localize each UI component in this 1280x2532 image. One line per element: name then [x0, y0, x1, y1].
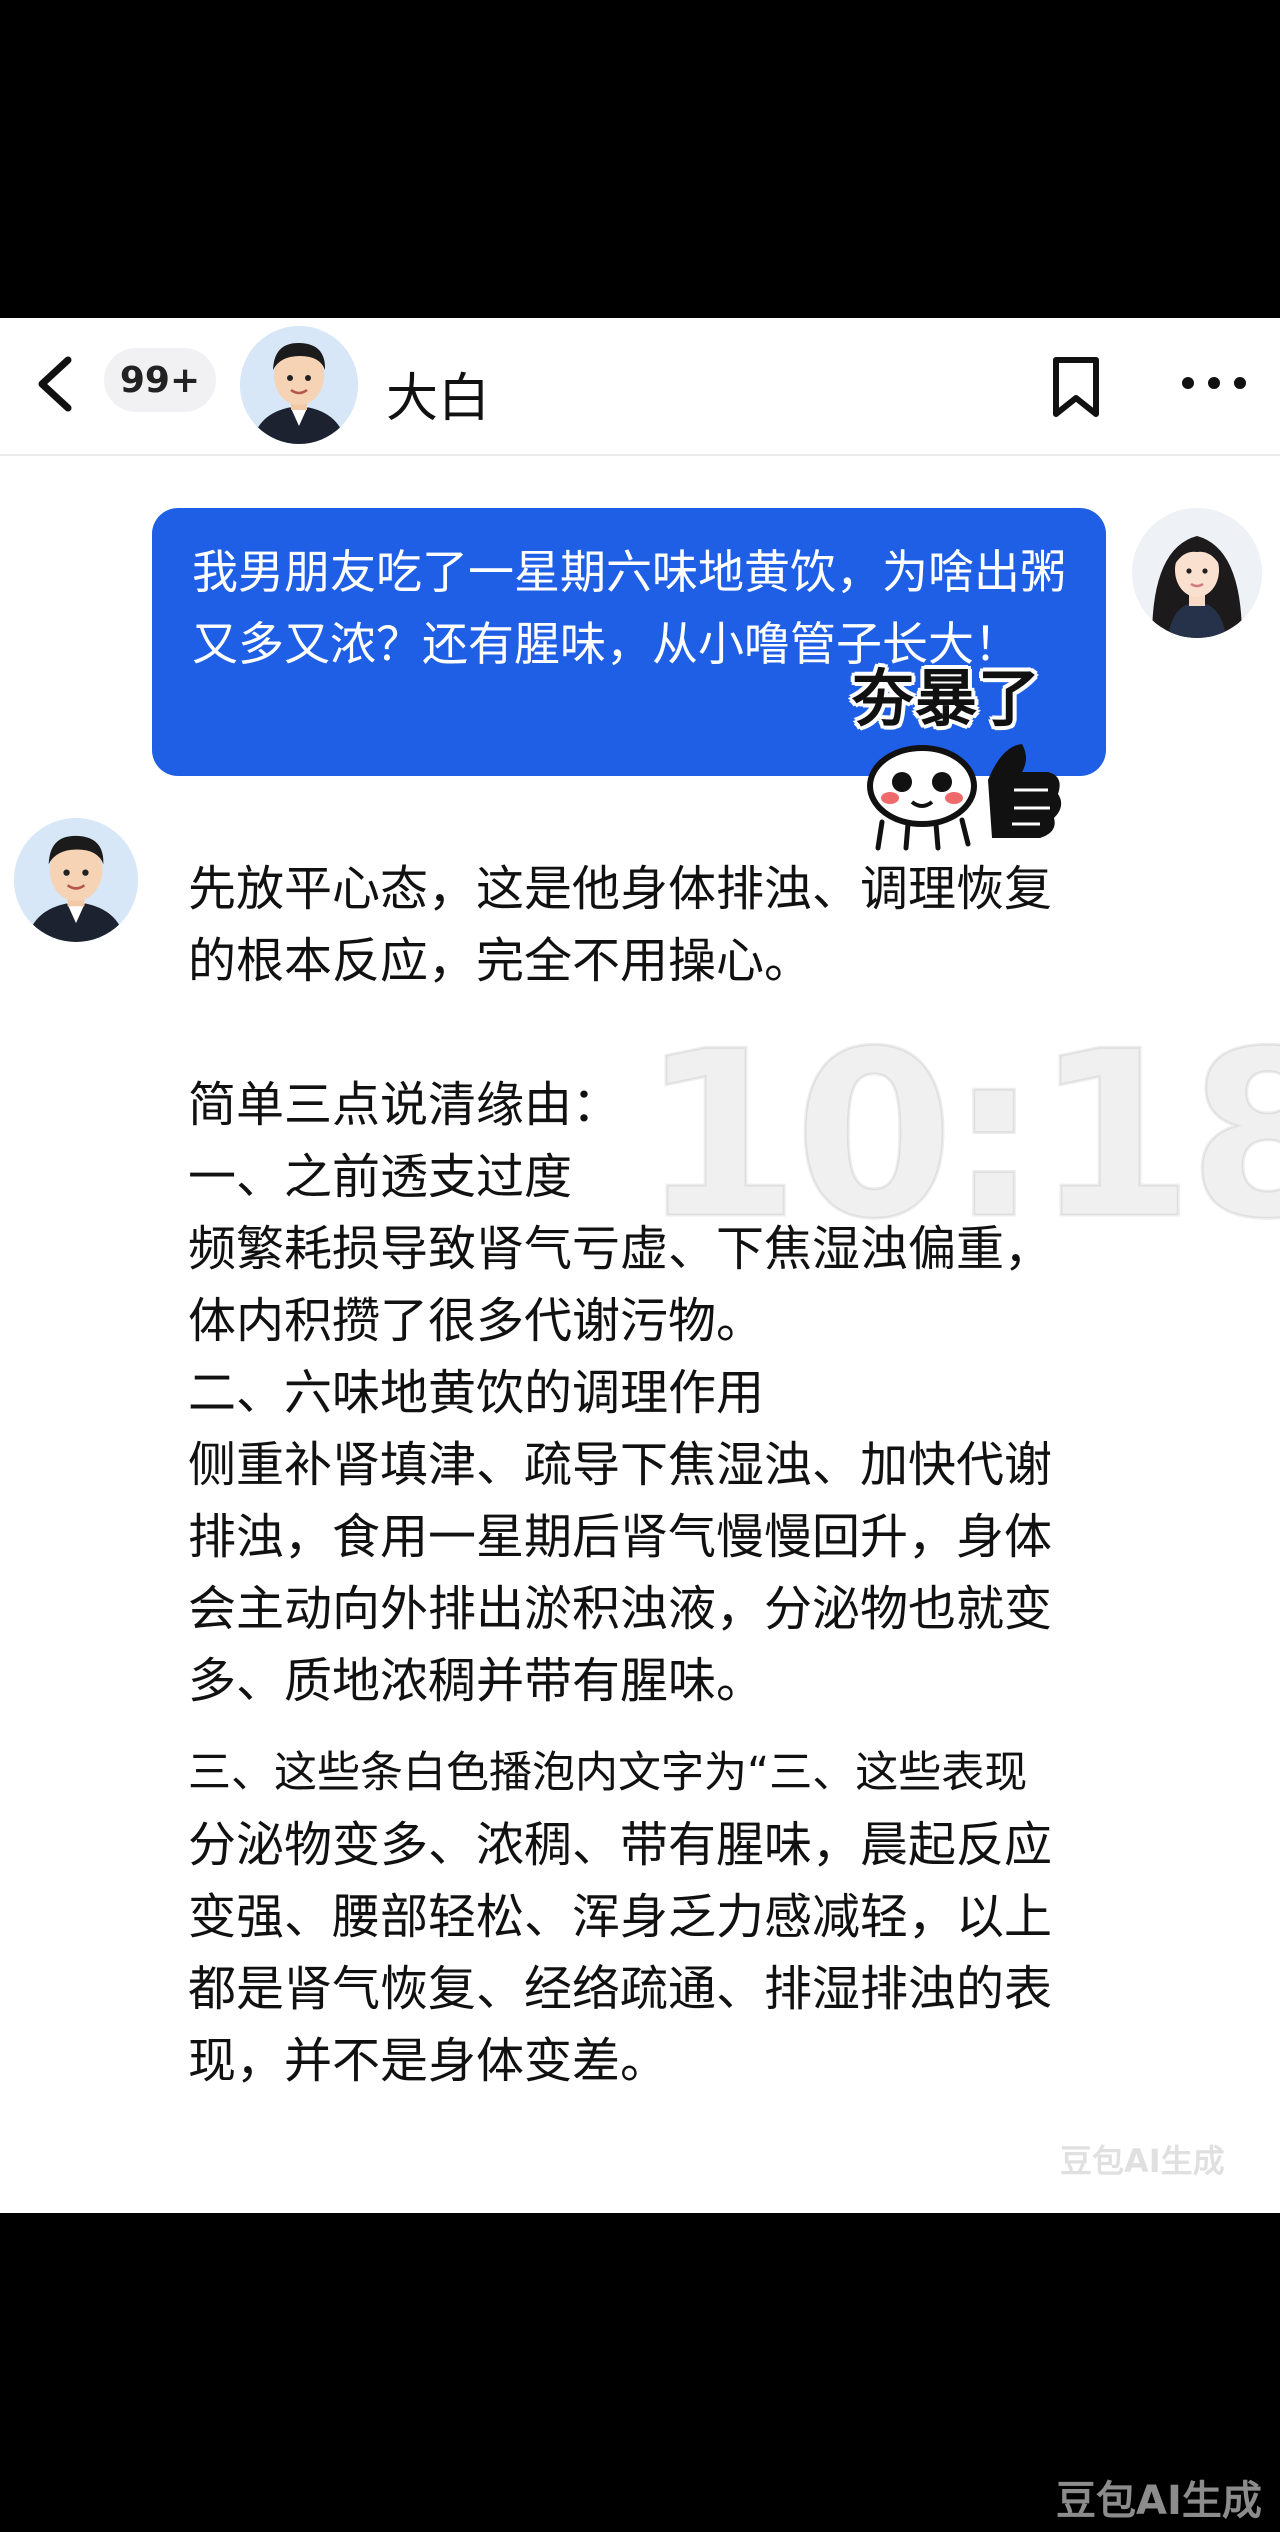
reply-point2-title: 二、六味地黄饮的调理作用 — [188, 1365, 765, 1421]
reply-point1-title: 一、之前透支过度 — [188, 1149, 573, 1205]
back-button[interactable] — [30, 348, 90, 418]
reply-intro: 先放平心态，这是他身体排浊、调理恢复的根本反应，完全不用操心。 — [188, 861, 1053, 989]
back-arrow-icon — [38, 356, 72, 412]
sticker: 夯暴了 — [852, 648, 1082, 858]
chat-header: 99+ 大白 — [0, 318, 1280, 456]
ai-watermark-inner: 豆包AI生成 — [1060, 2142, 1225, 2180]
bot-reply: 先放平心态，这是他身体排浊、调理恢复的根本反应，完全不用操心。 简单三点说清缘由… — [188, 853, 1088, 2097]
sticker-icon — [867, 744, 1062, 851]
user-avatar[interactable] — [1132, 508, 1262, 638]
bookmark-icon — [1053, 357, 1099, 417]
reply-list-title: 简单三点说清缘由： — [188, 1077, 621, 1133]
bookmark-button[interactable] — [1046, 352, 1106, 422]
ai-watermark-outer: 豆包AI生成 — [1056, 2478, 1262, 2524]
chat-screen: 99+ 大白 我男朋友吃了一星期六味地黄饮，为啥出粥又多又浓？还有腥味，从小噜管… — [0, 318, 1280, 2213]
bot-avatar[interactable] — [14, 818, 138, 942]
reply-point3-body: 分泌物变多、浓稠、带有腥味，晨起反应变强、腰部轻松、浑身乏力感减轻，以上都是肾气… — [188, 1817, 1053, 2089]
unread-badge[interactable]: 99+ — [104, 348, 216, 412]
reply-point2-body: 侧重补肾填津、疏导下焦湿浊、加快代谢排浊，食用一星期后肾气慢慢回升，身体会主动向… — [188, 1437, 1053, 1709]
more-dots-icon — [1182, 377, 1246, 389]
reply-point1-body: 频繁耗损导致肾气亏虚、下焦湿浊偏重，体内积攒了很多代谢污物。 — [188, 1221, 1053, 1349]
contact-name: 大白 — [386, 369, 491, 429]
reply-point3-note: 三、这些条白色播泡内文字为“三、这些表现 — [188, 1748, 1028, 1798]
more-button[interactable] — [1178, 368, 1250, 398]
contact-avatar[interactable] — [240, 326, 358, 444]
